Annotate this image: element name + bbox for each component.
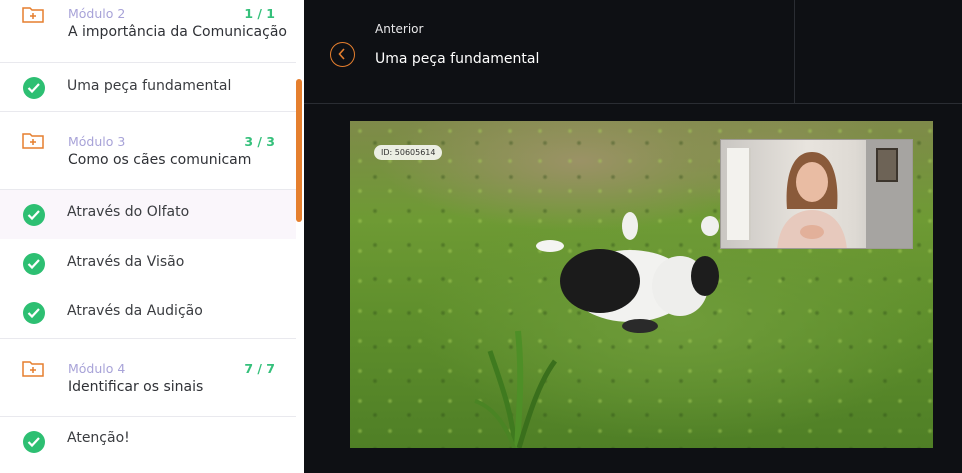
- lesson-label: Através do Olfato: [67, 204, 190, 220]
- folder-plus-icon: [22, 133, 44, 149]
- video-player[interactable]: ID: 50605614: [350, 121, 933, 448]
- lesson-item-atraves-da-audicao[interactable]: Através da Audição: [0, 288, 296, 339]
- lesson-item-atraves-da-visao[interactable]: Através da Visão: [0, 239, 296, 288]
- module-2[interactable]: Módulo 2 1 / 1 A importância da Comunica…: [0, 0, 296, 63]
- module-label: Módulo 3: [68, 134, 126, 149]
- lesson-item-uma-peca-fundamental[interactable]: Uma peça fundamental: [0, 63, 296, 112]
- module-3[interactable]: Módulo 3 3 / 3 Como os cães comunicam: [0, 112, 296, 190]
- check-icon: [23, 302, 45, 324]
- folder-plus-icon: [22, 361, 44, 377]
- room-window: [727, 148, 751, 240]
- module-label: Módulo 2: [68, 6, 126, 21]
- dog-image: [536, 212, 719, 333]
- module-title: A importância da Comunicação: [68, 24, 287, 40]
- sidebar-scrollbar[interactable]: [296, 79, 302, 222]
- lesson-item-atencao[interactable]: Atenção!: [0, 417, 296, 466]
- chevron-left-icon: [338, 48, 345, 60]
- header-divider: [794, 0, 795, 104]
- lesson-label: Uma peça fundamental: [67, 78, 232, 94]
- lesson-header: Anterior Uma peça fundamental: [304, 0, 962, 104]
- module-progress: 3 / 3: [244, 134, 275, 149]
- video-id-tag: ID: 50605614: [374, 145, 443, 160]
- module-title: Identificar os sinais: [68, 379, 204, 395]
- lesson-label: Através da Visão: [67, 254, 185, 270]
- module-progress: 7 / 7: [244, 361, 275, 376]
- lesson-label: Atenção!: [67, 430, 130, 446]
- check-icon: [23, 253, 45, 275]
- check-icon: [23, 431, 45, 453]
- plant-image: [474, 330, 558, 448]
- previous-label: Anterior: [375, 22, 424, 36]
- module-label: Módulo 4: [68, 361, 126, 376]
- instructor-video-overlay: [720, 139, 913, 249]
- previous-lesson-title[interactable]: Uma peça fundamental: [375, 51, 539, 67]
- lesson-item-atraves-do-olfato[interactable]: Através do Olfato: [0, 190, 296, 239]
- check-icon: [23, 77, 45, 99]
- check-icon: [23, 204, 45, 226]
- lesson-label: Através da Audição: [67, 303, 203, 319]
- wall-picture: [876, 148, 898, 182]
- instructor-image: [777, 152, 847, 248]
- course-sidebar: Módulo 2 1 / 1 A importância da Comunica…: [0, 0, 304, 473]
- module-4[interactable]: Módulo 4 7 / 7 Identificar os sinais: [0, 339, 296, 417]
- folder-plus-icon: [22, 7, 44, 23]
- previous-lesson-button[interactable]: [330, 42, 355, 67]
- module-progress: 1 / 1: [244, 6, 275, 21]
- module-title: Como os cães comunicam: [68, 152, 252, 168]
